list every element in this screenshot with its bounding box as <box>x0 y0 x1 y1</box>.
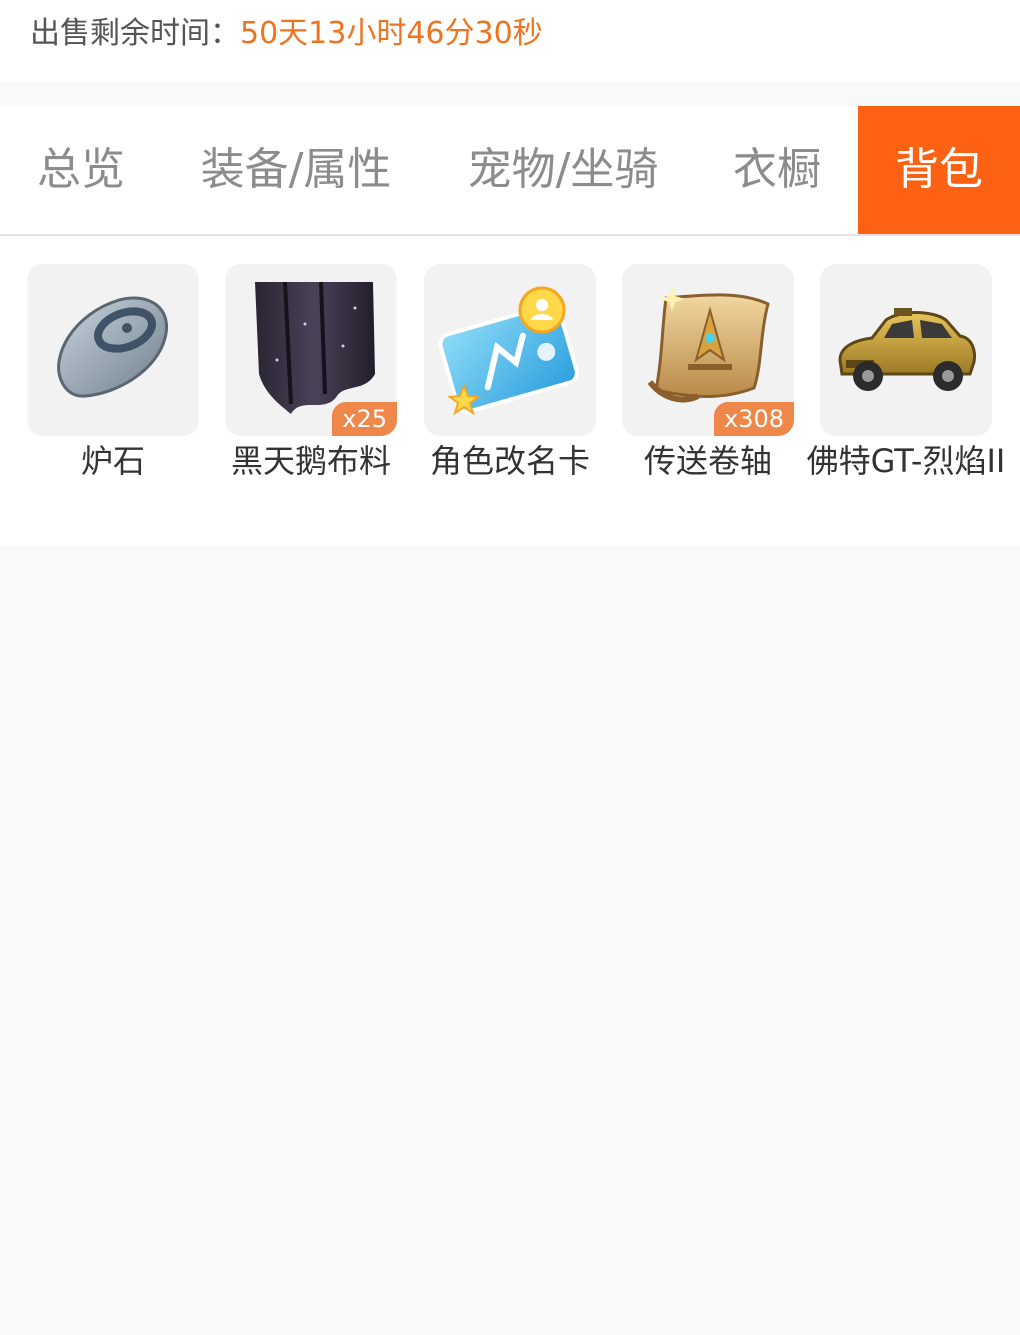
backpack-item[interactable]: x25 黑天鹅布料 <box>225 264 397 482</box>
item-thumbnail: x25 <box>225 264 397 436</box>
sale-time-bar: 出售剩余时间：50天13小时46分30秒 <box>0 0 1020 82</box>
vintage-car-icon <box>838 308 976 391</box>
sale-remaining-label: 出售剩余时间：50天13小时46分30秒 <box>30 14 543 54</box>
hearthstone-icon <box>57 296 168 398</box>
item-thumbnail <box>424 264 596 436</box>
item-thumbnail <box>27 264 199 436</box>
tab-wardrobe[interactable]: 衣橱 <box>696 106 858 234</box>
item-name: 黑天鹅布料 <box>230 442 391 480</box>
item-quantity-badge: x308 <box>713 402 794 436</box>
item-name: 佛特GT-烈焰II <box>806 442 1006 480</box>
tab-equipment-attributes[interactable]: 装备/属性 <box>162 106 430 234</box>
sale-remaining-time: 50天13小时46分30秒 <box>240 16 543 51</box>
item-thumbnail: x308 <box>622 264 794 436</box>
backpack-grid: 炉石 x25 黑天鹅布料 角色改名卡 x308 传送卷轴 佛特GT-烈焰II <box>0 236 1020 546</box>
item-name: 传送卷轴 <box>643 442 772 480</box>
item-thumbnail <box>820 264 992 436</box>
sale-label-text: 出售剩余时间： <box>30 16 240 51</box>
backpack-item[interactable]: 炉石 <box>27 264 199 482</box>
tab-overview[interactable]: 总览 <box>0 106 162 234</box>
tab-pets-mounts[interactable]: 宠物/坐骑 <box>430 106 696 234</box>
tab-bar: 总览 装备/属性 宠物/坐骑 衣橱 背包 <box>0 106 1020 236</box>
backpack-item[interactable]: 佛特GT-烈焰II <box>807 264 1005 482</box>
item-quantity-badge: x25 <box>332 402 397 436</box>
tab-backpack[interactable]: 背包 <box>858 106 1020 234</box>
backpack-item[interactable]: x308 传送卷轴 <box>622 264 794 482</box>
item-name: 角色改名卡 <box>429 442 590 480</box>
rename-card-icon <box>438 286 579 416</box>
backpack-item[interactable]: 角色改名卡 <box>424 264 596 482</box>
item-name: 炉石 <box>80 442 145 480</box>
